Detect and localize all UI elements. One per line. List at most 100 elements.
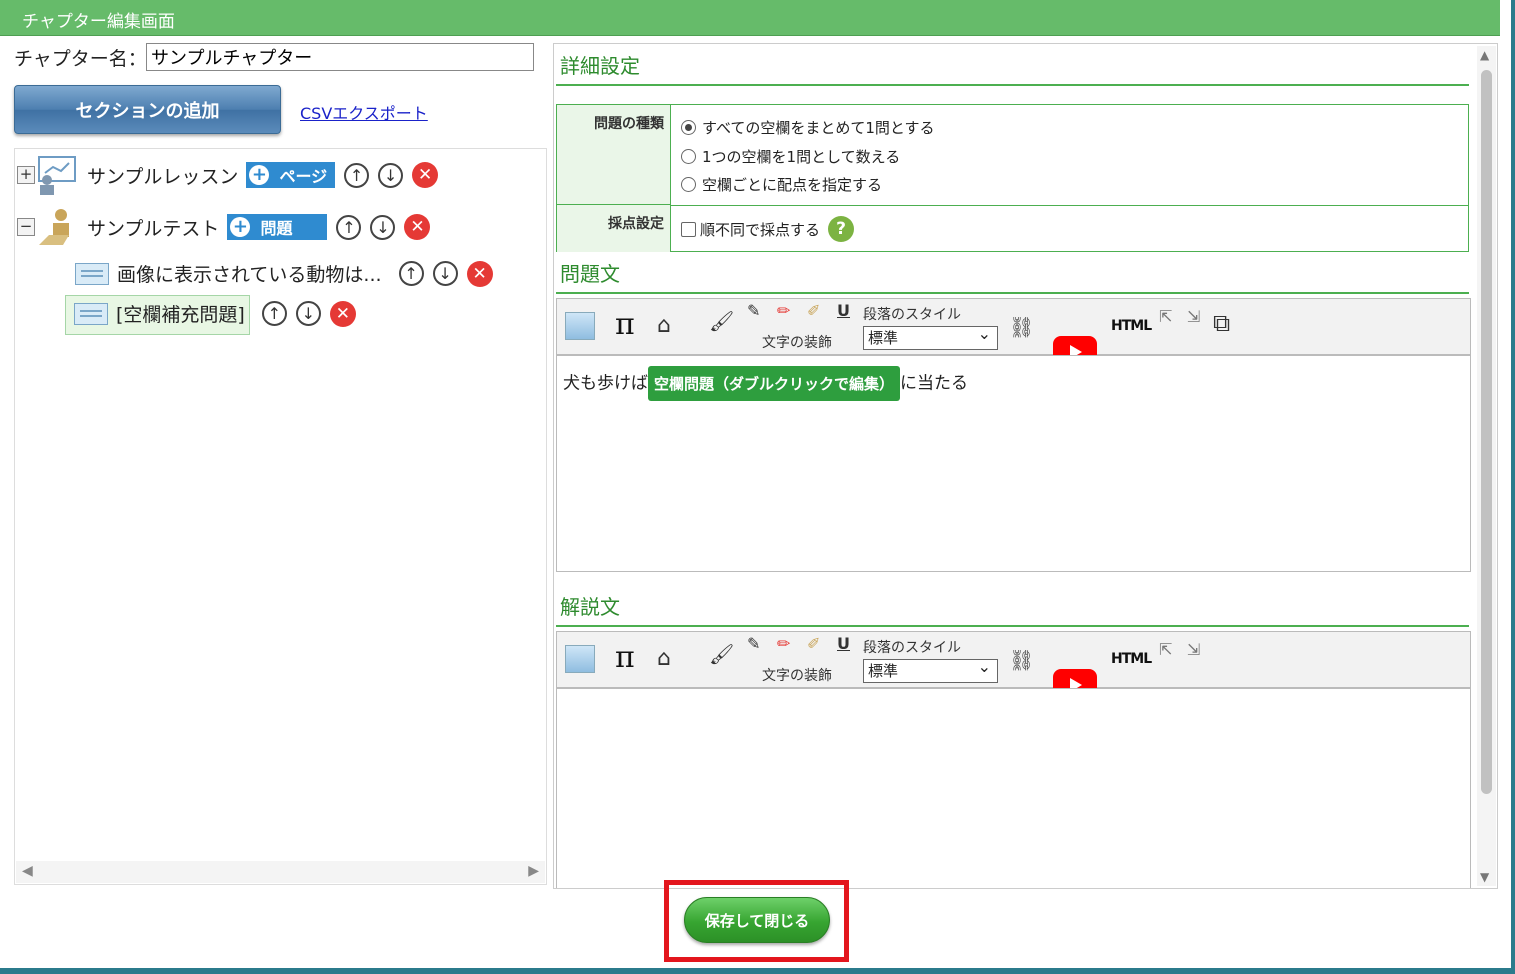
eraser-icon[interactable]: ✎ (747, 634, 760, 653)
add-question-button[interactable]: + 問題 (227, 214, 328, 240)
question-editor-toolbar: π ⌂ 🖌 ✎ ✏ ✐ U 文字の装飾 段落のスタイル 標準 ⛓ HTML ⇱ … (556, 298, 1471, 367)
scroll-up-icon[interactable]: ▲ (1480, 48, 1489, 62)
scroll-down-icon[interactable]: ▼ (1480, 870, 1489, 884)
tree-row-lesson[interactable]: + サンプルレッスン + ページ ↑ ↓ ✕ (17, 155, 439, 195)
text-decoration-label: 文字の装飾 (762, 668, 832, 684)
save-and-close-button[interactable]: 保存して閉じる (684, 897, 830, 943)
paragraph-style-label: 段落のスタイル (863, 640, 961, 656)
move-down-icon[interactable]: ↓ (432, 261, 458, 286)
scroll-left-icon[interactable]: ◀ (22, 863, 33, 879)
html-source-button[interactable]: HTML (1111, 318, 1152, 334)
question-card-icon (74, 302, 108, 325)
section-divider (556, 625, 1469, 627)
delete-icon[interactable]: ✕ (466, 260, 493, 287)
insert-blank-icon[interactable]: ⧉ (1213, 309, 1230, 337)
help-icon[interactable]: ? (828, 216, 855, 242)
html-source-button[interactable]: HTML (1111, 651, 1152, 667)
tree-item-question-2[interactable]: [空欄補充問題] ↑ ↓ ✕ (74, 300, 356, 327)
move-down-icon[interactable]: ↓ (378, 162, 404, 188)
eraser-icon[interactable]: ✎ (747, 301, 760, 320)
add-page-label: ページ (279, 167, 328, 186)
tree-item-label[interactable]: [空欄補充問題] (116, 300, 245, 327)
move-down-icon[interactable]: ↓ (370, 214, 396, 240)
move-up-icon[interactable]: ↑ (261, 301, 287, 326)
insert-image-icon[interactable] (565, 312, 595, 340)
detail-settings-title: 詳細設定 (560, 54, 640, 78)
radio-label: 空欄ごとに配点を指定する (702, 176, 883, 194)
question-text-title: 問題文 (560, 262, 620, 286)
scoring-unordered-option[interactable]: 順不同で採点する ? (681, 216, 855, 242)
add-section-button[interactable]: セクションの追加 (14, 85, 281, 134)
lesson-label[interactable]: サンプルレッスン (87, 162, 238, 189)
explanation-title: 解説文 (560, 595, 620, 619)
radio-selected-icon[interactable] (681, 120, 696, 135)
shrink-icon[interactable]: ⇱ (1159, 307, 1172, 326)
chapter-name-label: チャプター名： (14, 48, 147, 70)
window-title-bar: チャプター編集画面 (0, 0, 1500, 36)
expand-icon[interactable]: ⇲ (1187, 640, 1200, 659)
math-formula-icon[interactable]: π (615, 640, 635, 675)
checkbox-label: 順不同で採点する (700, 220, 821, 239)
delete-icon[interactable]: ✕ (412, 162, 439, 188)
math-formula-icon[interactable]: π (615, 307, 635, 342)
question-type-option-all[interactable]: すべての空欄をまとめて1問とする (681, 117, 934, 138)
radio-icon[interactable] (681, 177, 696, 192)
question-type-option-each[interactable]: 1つの空欄を1問として数える (681, 146, 900, 167)
delete-icon[interactable]: ✕ (404, 214, 431, 240)
tree-horizontal-scrollbar[interactable]: ◀ ▶ (16, 861, 545, 883)
move-up-icon[interactable]: ↑ (344, 162, 370, 188)
window-title: チャプター編集画面 (22, 12, 175, 32)
paragraph-style-select[interactable]: 標準 (863, 656, 998, 683)
blank-question-chip[interactable]: 空欄問題（ダブルクリックで編集） (648, 366, 901, 401)
red-pen-icon[interactable]: ✏ (777, 634, 790, 653)
eraser-shape-icon[interactable]: ⌂ (657, 313, 671, 338)
delete-icon[interactable]: ✕ (329, 300, 356, 327)
highlighter-icon[interactable]: ✐ (807, 301, 820, 320)
insert-image-icon[interactable] (565, 645, 595, 673)
add-page-button[interactable]: + ページ (246, 162, 336, 188)
shrink-icon[interactable]: ⇱ (1159, 640, 1172, 659)
radio-label: 1つの空欄を1問として数える (702, 148, 901, 166)
scroll-right-icon[interactable]: ▶ (528, 863, 539, 879)
brush-icon[interactable]: 🖌 (709, 309, 734, 333)
checkbox-icon[interactable] (681, 221, 696, 237)
link-icon[interactable]: ⛓ (1009, 648, 1034, 672)
explanation-text-editor[interactable] (556, 688, 1471, 888)
csv-export-link[interactable]: CSVエクスポート (300, 100, 428, 124)
question-text-editor[interactable]: 犬も歩けば 空欄問題（ダブルクリックで編集） に当たる (556, 355, 1471, 572)
text-decoration-label: 文字の装飾 (762, 335, 832, 351)
tree-row-test[interactable]: − サンプルテスト + 問題 ↑ ↓ ✕ (17, 207, 431, 247)
row-divider (671, 205, 1468, 206)
chapter-tree: + サンプルレッスン + ページ ↑ ↓ ✕ − サンプルテスト + 問題 ↑ … (14, 148, 547, 885)
test-icon (39, 209, 69, 245)
move-up-icon[interactable]: ↑ (336, 214, 362, 240)
move-up-icon[interactable]: ↑ (398, 261, 424, 286)
paragraph-style-select[interactable]: 標準 (863, 323, 998, 350)
collapse-icon[interactable]: − (17, 218, 35, 236)
expand-icon[interactable]: + (17, 166, 35, 184)
expand-icon[interactable]: ⇲ (1187, 307, 1200, 326)
tree-item-question-1[interactable]: 画像に表示されている動物は... ↑ ↓ ✕ (75, 260, 493, 287)
scrollbar-thumb[interactable] (1481, 70, 1492, 794)
radio-label: すべての空欄をまとめて1問とする (702, 119, 935, 137)
add-question-label: 問題 (260, 219, 293, 238)
move-down-icon[interactable]: ↓ (295, 301, 321, 326)
plus-icon: + (249, 165, 270, 185)
underline-icon[interactable]: U (837, 634, 850, 653)
chapter-name-input[interactable] (146, 43, 534, 71)
question-text-after: に当たる (900, 373, 969, 394)
highlighter-icon[interactable]: ✐ (807, 634, 820, 653)
radio-icon[interactable] (681, 149, 696, 164)
link-icon[interactable]: ⛓ (1009, 315, 1034, 339)
test-label[interactable]: サンプルテスト (87, 214, 219, 241)
tree-item-label[interactable]: 画像に表示されている動物は... (117, 260, 382, 287)
question-type-option-points[interactable]: 空欄ごとに配点を指定する (681, 174, 882, 195)
question-text-before: 犬も歩けば (563, 373, 648, 394)
red-pen-icon[interactable]: ✏ (777, 301, 790, 320)
question-type-label: 問題の種類 (557, 105, 671, 205)
eraser-shape-icon[interactable]: ⌂ (657, 646, 671, 671)
underline-icon[interactable]: U (837, 301, 850, 320)
brush-icon[interactable]: 🖌 (709, 642, 734, 666)
detail-panel: 詳細設定 問題の種類 採点設定 すべての空欄をまとめて1問とする 1つの空欄を1… (553, 43, 1498, 889)
detail-vertical-scrollbar[interactable]: ▲ ▼ (1477, 46, 1496, 886)
